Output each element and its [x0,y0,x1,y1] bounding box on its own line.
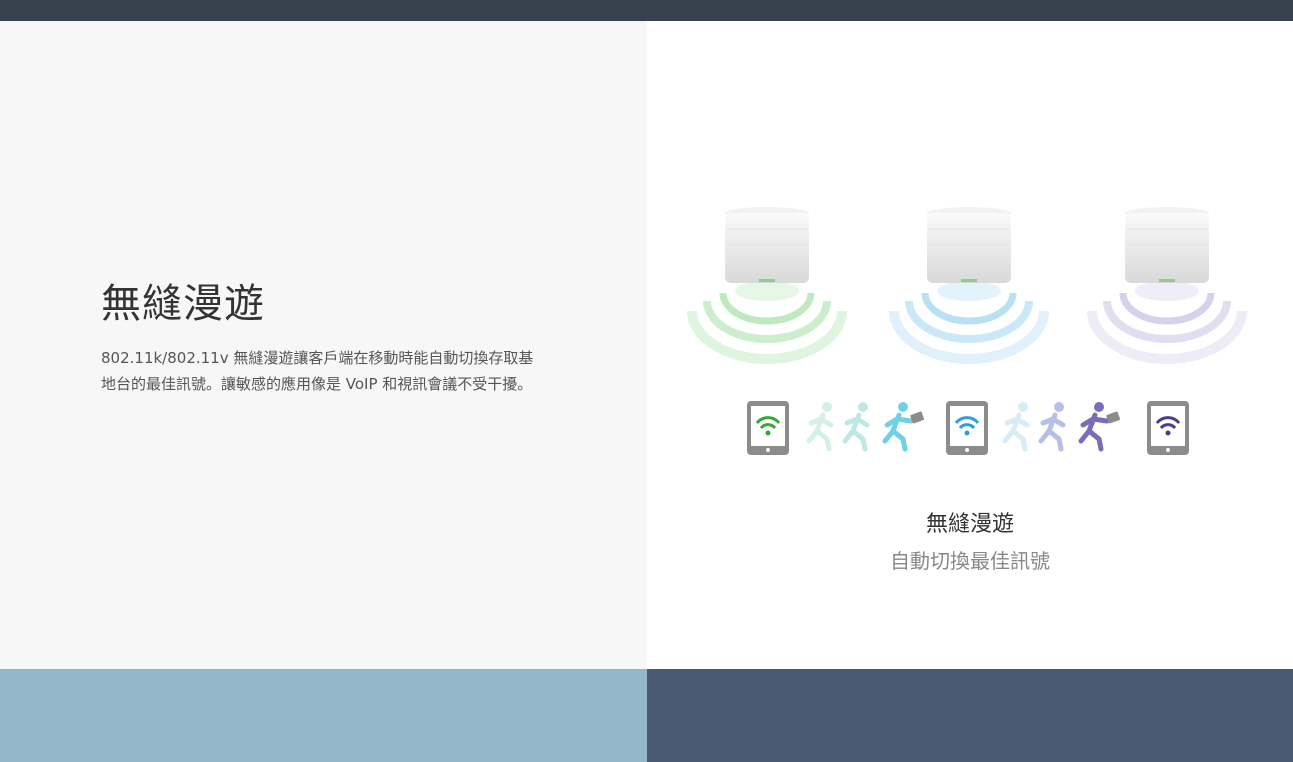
top-nav-bar [0,0,1293,21]
running-person-icon [806,402,925,452]
access-point-icon [687,207,847,364]
running-person-icon [1002,402,1121,452]
tablet-wifi-icon [1147,401,1189,455]
roaming-diagram [687,207,1247,455]
feature-title: 無縫漫遊 [101,281,265,327]
access-point-icon [1087,207,1247,364]
bottom-left-section [0,669,647,762]
tablet-wifi-icon [747,401,789,455]
bottom-right-section [647,669,1293,762]
illustration-subtitle: 自動切換最佳訊號 [890,549,1050,573]
feature-illustration-panel: 無縫漫遊 自動切換最佳訊號 [647,21,1293,669]
illustration-title: 無縫漫遊 [925,512,1014,537]
access-point-icon [889,207,1049,364]
tablet-wifi-icon [946,401,988,455]
feature-text-panel: 無縫漫遊 802.11k/802.11v 無縫漫遊讓客戶端在移動時能自動切換存取… [0,21,647,669]
feature-description: 802.11k/802.11v 無縫漫遊讓客戶端在移動時能自動切換存取基地台的最… [101,349,534,393]
